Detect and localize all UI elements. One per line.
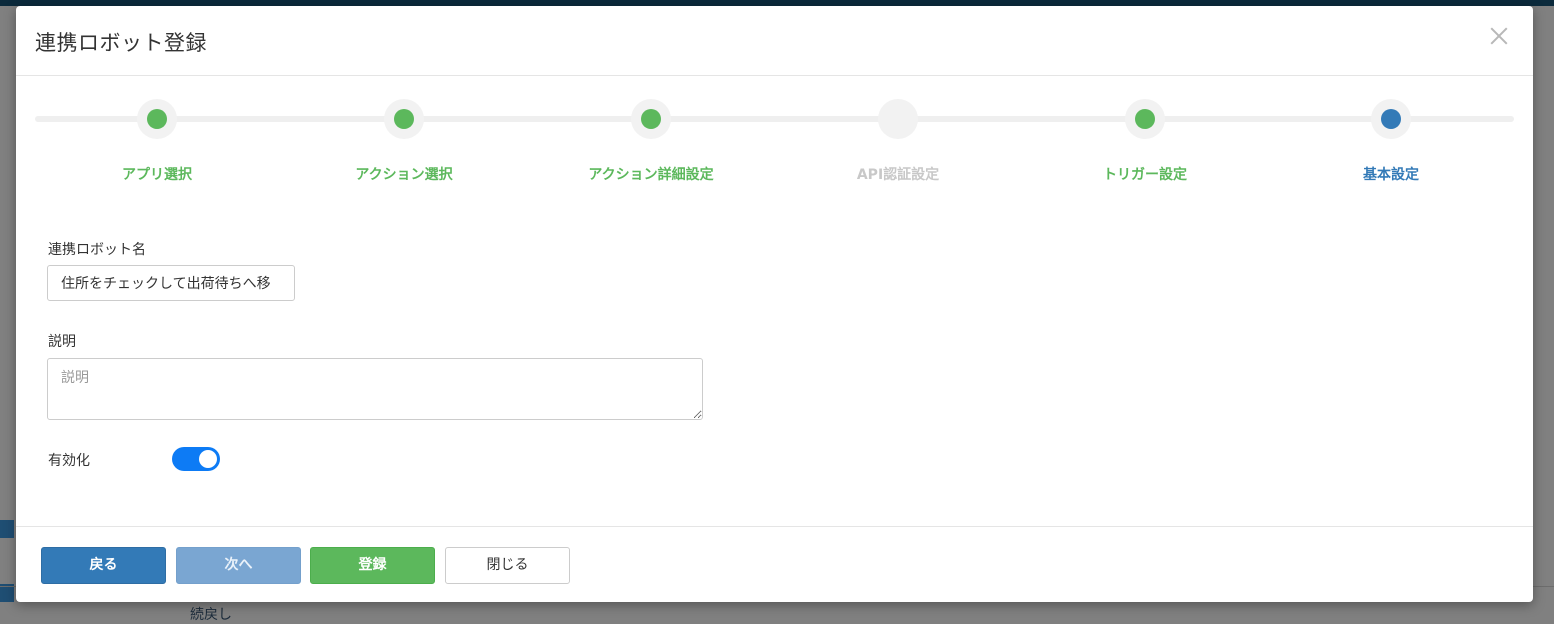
modal-title: 連携ロボット登録 — [35, 31, 207, 55]
enable-toggle[interactable] — [172, 447, 220, 471]
toggle-knob — [199, 450, 217, 468]
robot-registration-modal: 連携ロボット登録 アプリ選択 アクション選択 アクション詳細設定 API認証設定 — [16, 6, 1533, 602]
close-icon[interactable] — [1487, 24, 1511, 48]
modal-footer: 戻る 次へ 登録 閉じる — [16, 526, 1533, 603]
step-label: アクション選択 — [355, 167, 453, 183]
step-label: アプリ選択 — [122, 167, 192, 183]
description-label: 説明 — [48, 334, 76, 350]
step-label: API認証設定 — [856, 167, 940, 183]
description-textarea[interactable] — [47, 358, 703, 420]
step-label: 基本設定 — [1363, 167, 1419, 183]
step-indicator — [1381, 109, 1401, 129]
robot-name-input[interactable]: 住所をチェックして出荷待ちへ移 — [47, 265, 295, 301]
background-tag — [0, 520, 14, 538]
wizard-stepper: アプリ選択 アクション選択 アクション詳細設定 API認証設定 トリガー設定 基… — [35, 99, 1514, 190]
robot-name-label: 連携ロボット名 — [48, 242, 146, 258]
step-indicator — [147, 109, 167, 129]
step-indicator — [394, 109, 414, 129]
modal-header: 連携ロボット登録 — [16, 6, 1533, 76]
stepper-track — [35, 116, 1514, 122]
step-label: トリガー設定 — [1103, 167, 1187, 183]
close-button[interactable]: 閉じる — [445, 547, 570, 584]
step-label: アクション詳細設定 — [588, 167, 714, 183]
enable-label: 有効化 — [48, 453, 90, 469]
next-button[interactable]: 次へ — [176, 547, 301, 584]
background-cell-text: 続戻し — [190, 607, 232, 623]
step-indicator — [1135, 109, 1155, 129]
step-indicator — [641, 109, 661, 129]
register-button[interactable]: 登録 — [310, 547, 435, 584]
back-button[interactable]: 戻る — [41, 547, 166, 584]
step-indicator — [888, 109, 908, 129]
